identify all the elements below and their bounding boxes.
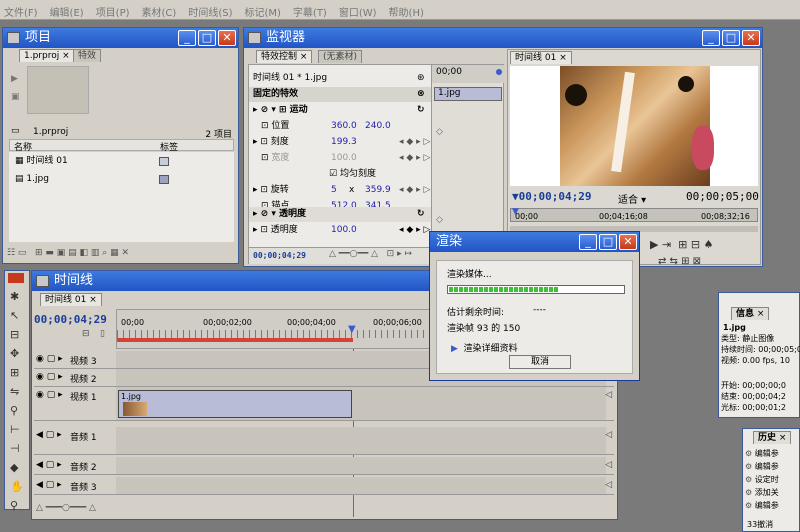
details-toggle[interactable]: ▶ 渲染详细资料	[451, 341, 518, 354]
info-panel: 信息 × 1.jpg 类型: 静止图像持续时间: 00;00;05;0 视频: 0…	[718, 292, 800, 418]
menu-item[interactable]: 窗口(W)	[339, 8, 377, 19]
menu-item[interactable]: 帮助(H)	[389, 8, 424, 19]
tab-effect-controls[interactable]: 特效控制 ×	[256, 50, 313, 63]
tab-effects[interactable]: 特效	[73, 49, 102, 62]
history-footer: 33撤消	[747, 520, 774, 529]
minimize-button[interactable]: _	[178, 30, 196, 46]
minimize-button[interactable]: _	[702, 30, 720, 46]
tool-icon[interactable]: ✱	[10, 287, 24, 306]
tab-info[interactable]: 信息 ×	[731, 307, 770, 320]
history-item[interactable]: ⚙ 编辑参	[745, 460, 800, 473]
window-icon	[248, 32, 261, 44]
history-panel: 历史 × ⚙ 编辑参 ⚙ 编辑参 ⚙ 设定时 ⚙ 添加关 ⚙ 编辑参 33撤消	[742, 428, 800, 532]
tool-icon[interactable]: ⚲	[10, 401, 24, 420]
play-icon[interactable]: ▶	[11, 74, 18, 84]
info-line: 开始: 00;00;00;0	[721, 381, 786, 390]
window-icon	[7, 32, 20, 44]
clip-bar[interactable]: 1.jpg	[434, 87, 502, 101]
history-item[interactable]: ⚙ 添加关	[745, 486, 800, 499]
camera-icon[interactable]: ▣	[11, 92, 20, 102]
info-line: 光标: 00;00;01;2	[721, 403, 786, 412]
menu-item[interactable]: 编辑(E)	[50, 8, 84, 19]
maximize-button[interactable]: □	[722, 30, 740, 46]
project-toolbar[interactable]: ☷ ▭ ⊞ ▬ ▣ ▤ ◧ ▥ ⌕ ▦ ✕	[7, 248, 235, 260]
snap-icon[interactable]: ⊟	[82, 329, 90, 339]
info-line: 持续时间: 00;00;05;0	[721, 345, 800, 354]
tool-icon[interactable]: ⊣	[10, 439, 24, 458]
timeline-title: 时间线	[54, 273, 94, 288]
menu-item[interactable]: 项目(P)	[96, 8, 130, 19]
menu-item[interactable]: 文件(F)	[4, 8, 38, 19]
render-title: 渲染	[436, 234, 463, 249]
history-item[interactable]: ⚙ 编辑参	[745, 447, 800, 460]
tab-program[interactable]: 时间线 01 ×	[510, 51, 572, 64]
remaining-value: ----	[533, 305, 546, 315]
tool-icon[interactable]: ⇋	[10, 382, 24, 401]
program-video	[510, 66, 758, 186]
info-line: 视频: 0.00 fps, 10	[721, 356, 790, 365]
render-media-label: 渲染媒体...	[447, 270, 492, 280]
menu-item[interactable]: 素材(C)	[142, 8, 177, 19]
tool-icon[interactable]: ⊞	[10, 363, 24, 382]
folder-icon: ▭	[11, 126, 20, 136]
list-item[interactable]: ▤ 1.jpg	[9, 172, 234, 187]
tab-source[interactable]: (无素材)	[318, 50, 363, 63]
info-line: 类型: 静止图像	[721, 334, 775, 343]
remaining-label: 估计剩余时间:	[447, 308, 505, 318]
tool-icon[interactable]: ✋	[10, 477, 24, 496]
video-clip[interactable]: 1.jpg	[118, 390, 352, 418]
minimize-button[interactable]: _	[579, 234, 597, 250]
monitor-title: 监视器	[266, 30, 306, 45]
history-item[interactable]: ⚙ 设定时	[745, 473, 800, 486]
tab-sequence[interactable]: 时间线 01 ×	[40, 293, 102, 306]
window-icon	[36, 275, 49, 287]
timeline-zoom[interactable]: △ ━━━○━━━ △	[36, 503, 606, 515]
tool-icon[interactable]: ✥	[10, 344, 24, 363]
program-timecode: ▼00;00;04;29	[512, 190, 592, 203]
project-title: 项目	[25, 30, 52, 45]
tools-palette: ✱ ↖ ⊟ ✥ ⊞ ⇋ ⚲ ⊢ ⊣ ◆ ✋ ⚲	[4, 270, 30, 512]
audio-track[interactable]: ◀ ▢ ▸ 音频 1 ◁	[34, 427, 614, 455]
column-header: 名称 标签	[9, 139, 234, 153]
preview-thumbnail	[27, 66, 89, 114]
timeline-timecode: 00;00;04;29	[34, 313, 107, 326]
tool-icon[interactable]: ⚲	[10, 496, 24, 515]
tool-icon[interactable]: ⊟	[10, 325, 24, 344]
audio-track[interactable]: ◀ ▢ ▸ 音频 2 ◁	[34, 457, 614, 475]
tool-icon[interactable]: ⊢	[10, 420, 24, 439]
menu-item[interactable]: 时间线(S)	[188, 8, 232, 19]
project-window: 项目 _ □ ✕ 1.prproj × 特效 ▶ ▣ ▭ 1.prproj 2 项目…	[2, 27, 239, 264]
tool-icon[interactable]: ◆	[10, 458, 24, 477]
trim-controls[interactable]: ⇄ ⇆ ⊞ ⊠	[658, 256, 701, 267]
transport-controls[interactable]: ▶ ⇥ ⊞ ⊟ ♠	[650, 238, 713, 251]
info-line: 结束: 00;00;04;2	[721, 392, 786, 401]
render-dialog: 渲染 _ □ ✕ 渲染媒体... 估计剩余时间: ---- 渲染帧 93 的 150…	[429, 231, 640, 381]
tool-icon[interactable]: ↖	[10, 306, 24, 325]
menu-item[interactable]: 标记(M)	[244, 8, 280, 19]
info-file: 1.jpg	[723, 323, 746, 332]
cancel-button[interactable]: 取消	[509, 355, 571, 369]
frames-label: 渲染帧 93 的 150	[447, 324, 521, 334]
close-button[interactable]: ✕	[218, 30, 236, 46]
tab-history[interactable]: 历史 ×	[753, 431, 792, 444]
close-button[interactable]: ✕	[619, 234, 637, 250]
project-file-name: 1.prproj	[33, 127, 69, 137]
menu-item[interactable]: 字幕(T)	[293, 8, 327, 19]
close-button[interactable]: ✕	[742, 30, 760, 46]
marker-icon[interactable]: ▯	[100, 329, 105, 339]
history-item[interactable]: ⚙ 编辑参	[745, 499, 800, 512]
audio-track[interactable]: ◀ ▢ ▸ 音频 3 ◁	[34, 477, 614, 495]
maximize-button[interactable]: □	[198, 30, 216, 46]
maximize-button[interactable]: □	[599, 234, 617, 250]
tab-project-file[interactable]: 1.prproj ×	[19, 49, 75, 62]
zoom-slider[interactable]: △ ━━○━━ △ ⊡ ▸ ↦	[329, 249, 412, 259]
render-progress	[447, 285, 625, 294]
fit-dropdown[interactable]: 适合 ▾	[618, 191, 646, 206]
nav-icon[interactable]: ⊛	[417, 73, 425, 83]
program-ruler[interactable]: 00;00 00;04;16;08 00;08;32;16 ▼	[510, 207, 758, 222]
effects-timecode: 00;00;04;29	[253, 251, 306, 260]
list-item[interactable]: ▦ 时间线 01	[9, 154, 234, 169]
menu-bar: 文件(F) 编辑(E) 项目(P) 素材(C) 时间线(S) 标记(M) 字幕(T) 窗口(W…	[0, 0, 800, 20]
